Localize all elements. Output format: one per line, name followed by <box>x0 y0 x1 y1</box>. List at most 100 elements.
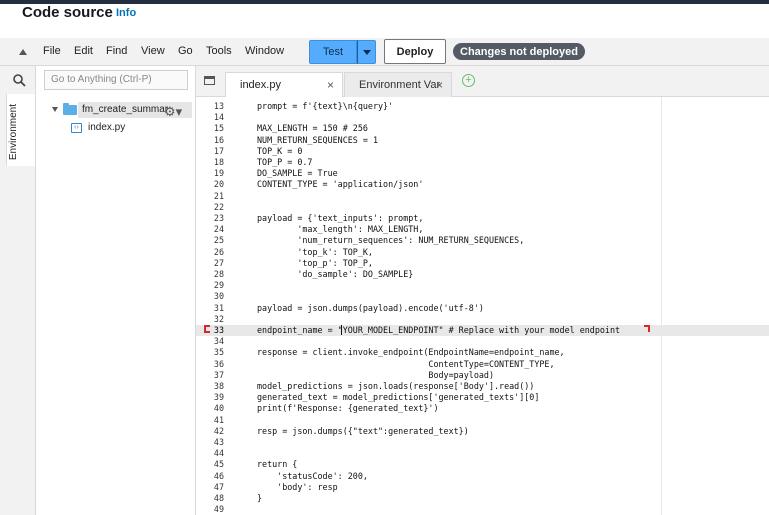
close-icon[interactable]: × <box>436 78 443 92</box>
code-line[interactable]: 14 <box>196 112 769 123</box>
test-button[interactable]: Test <box>309 40 357 64</box>
code-line[interactable]: 18 TOP_P = 0.7 <box>196 157 769 168</box>
code-file-icon: ‹› <box>71 122 82 133</box>
code-line[interactable]: 28 'do_sample': DO_SAMPLE} <box>196 269 769 280</box>
chevron-down-icon[interactable] <box>52 107 58 112</box>
go-to-anything-input[interactable]: Go to Anything (Ctrl-P) <box>44 70 188 90</box>
code-text: NUM_RETURN_SEQUENCES = 1 <box>257 134 379 145</box>
code-text: 'do_sample': DO_SAMPLE} <box>257 269 414 279</box>
editor-tabbar: index.py × Environment Var × + <box>196 66 769 97</box>
menu-window[interactable]: Window <box>245 45 284 57</box>
line-number: 45 <box>213 459 224 470</box>
code-text: prompt = f'{text}\n{query}' <box>257 101 394 111</box>
code-line[interactable]: 34 <box>196 336 769 347</box>
code-text: 'max_length': MAX_LENGTH, <box>257 224 424 235</box>
code-text: Body=payload) <box>257 369 494 380</box>
code-line[interactable]: 43 <box>196 437 769 448</box>
code-line[interactable]: 24 'max_length': MAX_LENGTH, <box>196 224 769 235</box>
close-icon[interactable]: × <box>327 78 334 92</box>
text-cursor <box>341 325 342 335</box>
code-line[interactable]: 42 resp = json.dumps({"text":generated_te… <box>196 426 769 437</box>
add-tab-icon[interactable]: + <box>462 74 475 87</box>
code-text: generated_text = model_predictions['gene… <box>257 392 540 403</box>
code-line[interactable]: 45 return { <box>196 459 769 470</box>
code-text: CONTENT_TYPE = 'application/json' <box>257 179 424 190</box>
code-line[interactable]: 44 <box>196 448 769 459</box>
code-line[interactable]: 25 'num_return_sequences': NUM_RETURN_SE… <box>196 235 769 246</box>
code-line[interactable]: 39 generated_text = model_predictions['ge… <box>196 392 769 403</box>
line-number: 17 <box>213 145 224 156</box>
code-line[interactable]: 32 <box>196 314 769 325</box>
menu-edit[interactable]: Edit <box>74 45 93 57</box>
code-line[interactable]: 29 <box>196 280 769 291</box>
code-line[interactable]: 27 'top_p': TOP_P, <box>196 258 769 269</box>
code-line[interactable]: 26 'top_k': TOP_K, <box>196 247 769 258</box>
line-number: 36 <box>213 358 224 369</box>
code-line[interactable]: 35 response = client.invoke_endpoint(Endp… <box>196 347 769 358</box>
line-number: 24 <box>213 224 224 235</box>
code-line[interactable]: 49 <box>196 504 769 515</box>
search-icon[interactable] <box>13 74 26 87</box>
code-line[interactable]: 30 <box>196 291 769 302</box>
code-text: MAX_LENGTH = 150 # 256 <box>257 123 368 134</box>
highlight-bracket-left <box>204 325 210 333</box>
tree-folder-row[interactable]: fm_create_summar <box>52 102 168 115</box>
code-editor[interactable]: 13 prompt = f'{text}\n{query}' 14 15 MAX_LEN… <box>196 97 769 515</box>
code-line[interactable]: 23 payload = {'text_inputs': prompt, <box>196 213 769 224</box>
code-line[interactable]: 48} <box>196 493 769 504</box>
code-text: response = client.invoke_endpoint(Endpoi… <box>257 347 565 358</box>
code-text: endpoint_name = "YOUR_MODEL_ENDPOINT" # … <box>257 325 621 335</box>
code-line[interactable]: 17 TOP_K = 0 <box>196 146 769 157</box>
code-line[interactable]: 21 <box>196 191 769 202</box>
tab-environment-variables[interactable]: Environment Var × <box>344 72 452 97</box>
line-number: 48 <box>213 493 224 503</box>
line-number: 30 <box>213 291 224 302</box>
code-line[interactable]: 33 endpoint_name = "YOUR_MODEL_ENDPOINT" … <box>196 325 769 336</box>
line-number: 28 <box>213 269 224 279</box>
menu-tools[interactable]: Tools <box>206 45 232 57</box>
line-number: 21 <box>213 190 224 201</box>
line-number: 15 <box>213 123 224 134</box>
line-number: 46 <box>213 470 224 481</box>
window-icon[interactable] <box>204 76 215 85</box>
code-text: payload = {'text_inputs': prompt, <box>257 213 424 223</box>
line-number: 16 <box>213 134 224 145</box>
collapse-caret-icon[interactable] <box>19 49 27 55</box>
test-dropdown-button[interactable] <box>357 40 376 64</box>
line-number: 18 <box>213 157 224 167</box>
code-text: DO_SAMPLE = True <box>257 168 338 179</box>
code-line[interactable]: 36 ContentType=CONTENT_TYPE, <box>196 359 769 370</box>
code-line[interactable]: 46 'statusCode': 200, <box>196 471 769 482</box>
code-text: payload = json.dumps(payload).encode('ut… <box>257 302 484 313</box>
code-line[interactable]: 38 model_predictions = json.loads(respons… <box>196 381 769 392</box>
file-sidebar: Go to Anything (Ctrl-P) fm_create_summar… <box>36 66 196 515</box>
gear-icon[interactable]: ⚙▾ <box>164 104 182 120</box>
code-text: resp = json.dumps({"text":generated_text… <box>257 425 469 436</box>
menu-view[interactable]: View <box>141 45 165 57</box>
code-line[interactable]: 37 Body=payload) <box>196 370 769 381</box>
code-line[interactable]: 41 <box>196 415 769 426</box>
code-text: ContentType=CONTENT_TYPE, <box>257 358 555 369</box>
code-line[interactable]: 22 <box>196 202 769 213</box>
code-text: 'top_p': TOP_P, <box>257 257 373 268</box>
menu-go[interactable]: Go <box>178 45 193 57</box>
code-text: 'body': resp <box>257 481 338 492</box>
line-number: 32 <box>213 313 224 324</box>
code-line[interactable]: 13 prompt = f'{text}\n{query}' <box>196 101 769 112</box>
line-number: 34 <box>213 336 224 347</box>
code-line[interactable]: 16 NUM_RETURN_SEQUENCES = 1 <box>196 135 769 146</box>
tab-index-py[interactable]: index.py × <box>225 72 343 97</box>
menu-file[interactable]: File <box>43 45 61 57</box>
deploy-button[interactable]: Deploy <box>384 39 446 64</box>
code-line[interactable]: 31 payload = json.dumps(payload).encode('… <box>196 303 769 314</box>
info-link[interactable]: Info <box>116 7 136 19</box>
tree-file-row[interactable]: ‹› index.py <box>71 122 125 133</box>
line-number: 40 <box>213 403 224 414</box>
code-line[interactable]: 47 'body': resp <box>196 482 769 493</box>
menu-find[interactable]: Find <box>106 45 127 57</box>
code-line[interactable]: 19 DO_SAMPLE = True <box>196 168 769 179</box>
line-number: 20 <box>213 179 224 190</box>
code-line[interactable]: 15 MAX_LENGTH = 150 # 256 <box>196 123 769 134</box>
code-line[interactable]: 20 CONTENT_TYPE = 'application/json' <box>196 179 769 190</box>
code-line[interactable]: 40 print(f'Response: {generated_text}') <box>196 403 769 414</box>
